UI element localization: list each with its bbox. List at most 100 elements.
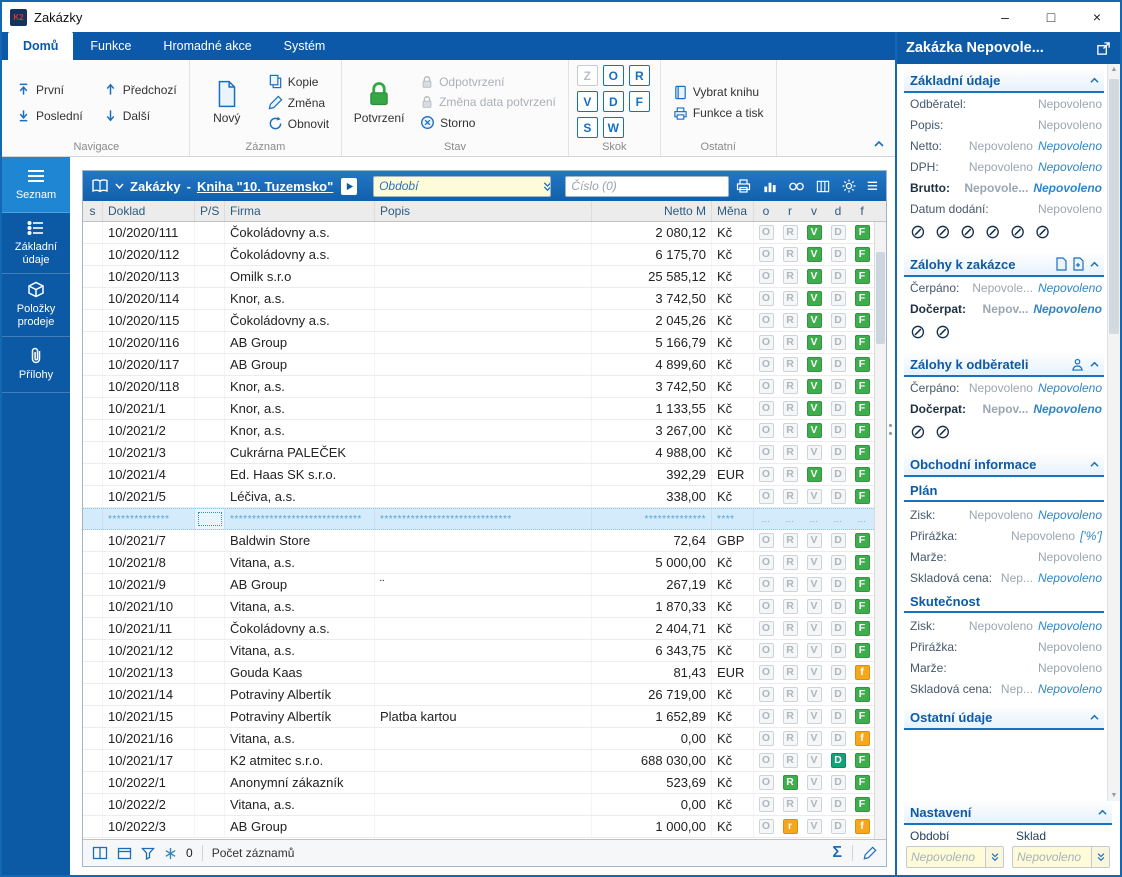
functions-print-button[interactable]: Funkce a tisk [669,105,768,122]
table-row[interactable]: 10/2021/12 Vitana, a.s. 6 343,75 Kč ORVD… [83,640,874,662]
table-row[interactable]: 10/2020/114 Knor, a.s. 3 742,50 Kč ORVDF [83,288,874,310]
section-header-zalohy-k-odberateli[interactable]: Zálohy k odběrateli [904,353,1104,377]
period-dropdown-icon[interactable] [539,181,551,192]
refresh-button[interactable]: Obnovit [264,115,333,132]
table-row[interactable]: 10/2021/16 Vitana, a.s. 0,00 Kč ORVDf [83,728,874,750]
collapse-ribbon-button[interactable] [873,139,885,148]
previous-button[interactable]: Předchozí [99,78,181,102]
change-button[interactable]: Změna [264,94,333,111]
column-header-s[interactable]: s [83,201,103,221]
unconfirm-button[interactable]: Odpotvrzení [416,74,560,90]
skok-O-button[interactable]: O [602,65,624,86]
table-row[interactable]: 10/2021/14 Potraviny Albertík 26 719,00 … [83,684,874,706]
sidebar-item-zakladni-udaje[interactable]: Základní údaje [2,213,70,275]
table-row[interactable]: 10/2020/113 Omilk s.r.o 25 585,12 Kč ORV… [83,266,874,288]
table-row[interactable]: 10/2020/116 AB Group 5 166,79 Kč ORVDF [83,332,874,354]
column-header-r[interactable]: r [778,201,802,221]
skok-D-button[interactable]: D [602,91,624,112]
period-select-dropdown-icon[interactable] [985,847,1003,867]
chevron-up-icon[interactable] [1089,76,1100,84]
table-row[interactable]: 10/2021/3 Cukrárna PALEČEK 4 988,00 Kč O… [83,442,874,464]
section-header-ostatni-udaje[interactable]: Ostatní údaje [904,706,1104,730]
window-icon[interactable] [117,847,132,860]
section-header-zakladni-udaje[interactable]: Základní údaje [904,69,1104,93]
advance-doc-icon[interactable] [1055,257,1067,271]
chevron-up-icon[interactable] [1097,808,1108,816]
table-row[interactable]: 10/2021/7 Baldwin Store 72,64 GBP ORVDF [83,530,874,552]
next-book-button[interactable] [341,177,358,195]
tab-system[interactable]: Systém [269,32,341,60]
next-button[interactable]: Další [99,104,181,128]
table-row[interactable]: 10/2021/10 Vitana, a.s. 1 870,33 Kč ORVD… [83,596,874,618]
sum-icon[interactable]: Σ [832,844,842,862]
advance-doc-plus-icon[interactable] [1072,257,1084,271]
chart-icon[interactable] [762,179,778,194]
tab-domu[interactable]: Domů [8,32,74,60]
skok-S-button[interactable]: S [576,117,598,138]
popout-icon[interactable] [1096,41,1111,56]
table-row[interactable]: 10/2021/2 Knor, a.s. 3 267,00 Kč ORVDF [83,420,874,442]
table-row[interactable]: 10/2020/118 Knor, a.s. 3 742,50 Kč ORVDF [83,376,874,398]
table-row[interactable]: 10/2022/1 Anonymní zákazník 523,69 Kč OR… [83,772,874,794]
maximize-button[interactable]: □ [1028,2,1074,32]
column-header-firma[interactable]: Firma [225,201,375,221]
table-row[interactable]: 10/2021/13 Gouda Kaas 81,43 EUR ORVDf [83,662,874,684]
sidebar-item-seznam[interactable]: Seznam [2,157,70,213]
chevron-down-icon[interactable] [115,183,124,189]
table-row[interactable]: 10/2020/115 Čokoládovny a.s. 2 045,26 Kč… [83,310,874,332]
table-row[interactable]: 10/2022/3 AB Group 1 000,00 Kč OrVDf [83,816,874,838]
chevron-up-icon[interactable] [1089,260,1100,268]
grid-menu-icon[interactable]: ≡ [867,177,878,196]
table-row[interactable]: 10/2020/112 Čokoládovny a.s. 6 175,70 Kč… [83,244,874,266]
grid-scrollbar[interactable] [874,222,886,839]
panel-scrollbar-thumb[interactable] [1108,79,1119,334]
table-row[interactable]: ************** *************************… [83,508,874,530]
column-header-v[interactable]: v [802,201,826,221]
column-header-o[interactable]: o [754,201,778,221]
table-row[interactable]: 10/2021/9 AB Group ¨ 267,19 Kč ORVDF [83,574,874,596]
table-row[interactable]: 10/2020/111 Čokoládovny a.s. 2 080,12 Kč… [83,222,874,244]
column-header-doklad[interactable]: Doklad [103,201,195,221]
print-icon[interactable] [735,178,752,194]
period-select-input[interactable] [907,850,985,864]
table-row[interactable]: 10/2021/17 K2 atmitec s.r.o. 688 030,00 … [83,750,874,772]
tab-funkce[interactable]: Funkce [75,32,146,60]
section-header-obchodni-informace[interactable]: Obchodní informace [904,453,1104,477]
sidebar-item-polozky-prodeje[interactable]: Položky prodeje [2,274,70,337]
customer-icon[interactable] [1071,358,1084,371]
period-filter-input[interactable] [374,176,540,196]
filter-icon[interactable] [141,847,155,860]
warehouse-select-input[interactable] [1013,850,1091,864]
first-button[interactable]: První [12,78,87,102]
tab-hromadne-akce[interactable]: Hromadné akce [148,32,266,60]
section-header-zalohy-k-zakazce[interactable]: Zálohy k zakázce [904,253,1104,277]
number-search-input[interactable] [566,176,728,196]
layout-icon[interactable] [92,846,108,860]
close-button[interactable]: × [1074,2,1120,32]
columns-icon[interactable] [815,179,831,194]
table-row[interactable]: 10/2022/2 Vitana, a.s. 0,00 Kč ORVDF [83,794,874,816]
skok-R-button[interactable]: R [628,65,650,86]
change-confirm-date-button[interactable]: Změna data potvrzení [416,94,560,110]
warehouse-select-dropdown-icon[interactable] [1091,847,1109,867]
sidebar-item-prilohy[interactable]: Přílohy [2,337,70,393]
table-row[interactable]: 10/2021/1 Knor, a.s. 1 133,55 Kč ORVDF [83,398,874,420]
asterisk-icon[interactable] [164,847,177,860]
column-header-d[interactable]: d [826,201,850,221]
skok-F-button[interactable]: F [628,91,650,112]
column-header-f[interactable]: f [850,201,874,221]
gear-icon[interactable] [841,178,857,194]
skok-W-button[interactable]: W [602,117,624,138]
chevron-up-icon[interactable] [1089,460,1100,468]
chevron-up-icon[interactable] [1089,713,1100,721]
minimize-button[interactable]: – [982,2,1028,32]
open-book-icon[interactable] [91,178,109,194]
select-book-button[interactable]: Vybrat knihu [669,84,768,101]
copy-button[interactable]: Kopie [264,73,333,90]
skok-V-button[interactable]: V [576,91,598,112]
confirm-button[interactable]: Potvrzení [350,80,408,125]
storno-button[interactable]: Storno [416,114,560,131]
edit-pencil-icon[interactable] [863,846,877,860]
book-link[interactable]: Kniha "10. Tuzemsko" [197,179,333,194]
new-button[interactable]: Nový [198,80,256,125]
